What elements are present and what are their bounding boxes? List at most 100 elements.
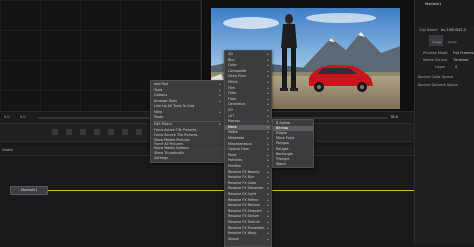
submenu-arrow-icon: ▸ xyxy=(267,141,269,146)
tools-menu-item[interactable]: Resolve FX Generate ▸ xyxy=(225,186,271,191)
mask-menu-item[interactable]: Polygon xyxy=(273,141,313,146)
menu-edit-macro[interactable]: Edit Macro ▸ xyxy=(151,122,223,127)
submenu-arrow-icon: ▸ xyxy=(267,63,269,68)
menu-settings[interactable]: Settings xyxy=(151,156,223,161)
submenu-arrow-icon: ▸ xyxy=(267,220,269,224)
clip-name-label: Clip Name xyxy=(419,28,438,32)
submenu-arrow-icon: ▸ xyxy=(267,231,269,236)
tools-menu-item[interactable]: Generator ▸ xyxy=(225,102,271,107)
tools-menu-item[interactable]: Shape ▸ xyxy=(225,237,271,242)
tools-menu-item[interactable]: Resolve FX Texture ▸ xyxy=(225,220,271,225)
submenu-arrow-icon: ▸ xyxy=(267,197,269,202)
tab-audio[interactable]: Audio xyxy=(445,35,459,46)
submenu-arrow-icon: ▸ xyxy=(267,214,269,219)
tool-icon-3[interactable] xyxy=(80,129,86,135)
tools-menu-item[interactable]: Resolve FX Transform ▸ xyxy=(225,226,271,231)
mask-menu-item[interactable]: Ranges xyxy=(273,147,313,152)
source-color-space[interactable]: Source Color Space xyxy=(418,75,453,80)
tool-icon-5[interactable] xyxy=(108,129,114,135)
media-source-label: Media Source xyxy=(423,58,448,62)
tools-menu-item[interactable]: Flow ▸ xyxy=(225,97,271,102)
process-mode-value[interactable]: Full Frames xyxy=(453,51,473,56)
tools-menu-item[interactable]: Metadata ▸ xyxy=(225,136,271,141)
tools-menu-item[interactable]: Particles ▸ xyxy=(225,158,271,163)
frame-current: 0.0 xyxy=(20,115,26,119)
tab-image[interactable]: Image xyxy=(429,35,443,46)
tools-menu-item[interactable]: Blur ▸ xyxy=(225,58,271,63)
tools-menu-item[interactable]: Color ▸ xyxy=(225,63,271,68)
timecode: 78.0 xyxy=(390,115,399,119)
mask-menu-item[interactable]: Triangle xyxy=(273,157,313,162)
tools-menu-item[interactable]: Macros ▸ xyxy=(225,119,271,124)
tools-menu-item[interactable]: 3D ▸ xyxy=(225,52,271,57)
tools-menu-item[interactable]: Deep Pixel ▸ xyxy=(225,74,271,79)
tools-menu-item[interactable]: Resolve FX Revival ▸ xyxy=(225,203,271,208)
submenu-arrow-icon: ▸ xyxy=(267,208,269,213)
tools-menu-item[interactable]: Position ▸ xyxy=(225,164,271,169)
tools-menu-item[interactable]: Matte ▸ xyxy=(225,130,271,135)
submenu-arrow-icon: ▸ xyxy=(267,164,269,168)
frame-start: 0.0 xyxy=(4,115,10,119)
submenu-arrow-icon: ▸ xyxy=(267,175,269,180)
submenu-arrow-icon: ▸ xyxy=(267,85,269,90)
mask-menu-item[interactable]: B-Spline xyxy=(273,121,313,126)
submenu-arrow-icon: ▸ xyxy=(267,68,269,73)
submenu-arrow-icon: ▸ xyxy=(267,74,269,79)
tools-menu-item[interactable]: Resolve FX Light ▸ xyxy=(225,192,271,197)
tool-icon-4[interactable] xyxy=(94,129,100,135)
submenu-arrow-icon: ▸ xyxy=(267,119,269,124)
submenu-arrow-icon: ▸ xyxy=(267,136,269,140)
tools-submenu: 3D ▸ Blur ▸ Color ▸ Composite ▸ Deep Pixel ▸ Effec… xyxy=(224,50,272,247)
tool-icon-6[interactable] xyxy=(122,129,128,135)
tools-menu-item[interactable]: LUT ▸ xyxy=(225,114,271,119)
clip-name-value: ec-1000542.3 xyxy=(441,28,466,32)
media-in-label: MediaIn1 xyxy=(21,188,38,192)
submenu-arrow-icon: ▸ xyxy=(267,102,269,107)
media-in-node[interactable]: MediaIn1 xyxy=(10,186,48,195)
media-source-value[interactable]: Timeline xyxy=(453,58,468,63)
tools-menu-item[interactable]: Resolve FX Refine ▸ xyxy=(225,198,271,203)
node-editor-title: Nodes xyxy=(2,148,14,152)
tools-menu-item[interactable]: Resolve FX Sharpen ▸ xyxy=(225,209,271,214)
mask-menu-item[interactable]: Rectangle xyxy=(273,152,313,157)
tools-menu-item[interactable]: Resolve FX Stylize ▸ xyxy=(225,214,271,219)
tools-menu-item[interactable]: I/O ▸ xyxy=(225,108,271,113)
tools-menu-item[interactable]: Optical Flow ▸ xyxy=(225,147,271,152)
tool-icon-7[interactable] xyxy=(136,129,142,135)
submenu-arrow-icon: ▸ xyxy=(267,158,269,163)
inspector-panel: MediaIn1 Clip Name ec-1000542.3 Image Au… xyxy=(414,0,474,245)
context-menu-bottom: Show Masks Options Show Thumbnails Setti… xyxy=(150,146,224,163)
source-gamma-space[interactable]: Source Gamma Space xyxy=(418,83,458,88)
submenu-arrow-icon: ▸ xyxy=(267,192,269,196)
submenu-arrow-icon: ▸ xyxy=(267,180,269,185)
mask-menu-item[interactable]: Bitmap xyxy=(273,126,313,131)
tools-menu-item[interactable]: Film ▸ xyxy=(225,86,271,91)
menu-line-up[interactable]: Line Up All Tools To Grid xyxy=(151,104,223,109)
mask-submenu: B-Spline Bitmap Ellipse Mask Paint Polygon Ra… xyxy=(272,119,314,168)
tools-menu-item[interactable]: Resolve FX Color ▸ xyxy=(225,181,271,186)
tools-menu-item[interactable]: Resolve FX Blur ▸ xyxy=(225,175,271,180)
submenu-arrow-icon: ▸ xyxy=(267,91,269,96)
layer-value[interactable]: 0 xyxy=(455,65,457,70)
layer-label: Layer xyxy=(435,65,446,69)
mask-menu-item[interactable]: Ellipse xyxy=(273,131,313,136)
tools-menu-item[interactable]: Resolve FX Beauty ▸ xyxy=(225,170,271,175)
tools-menu-item[interactable]: Filter ▸ xyxy=(225,91,271,96)
mask-menu-item[interactable]: Wand xyxy=(273,162,313,167)
mask-menu-item[interactable]: Mask Paint xyxy=(273,136,313,141)
inspector-node-name: MediaIn1 xyxy=(425,2,442,6)
submenu-arrow-icon: ▸ xyxy=(267,236,269,241)
tool-icon-1[interactable] xyxy=(52,129,58,135)
menu-options[interactable]: Options ▸ xyxy=(151,93,223,98)
menu-add-tool[interactable]: Add Tool ▸ xyxy=(151,82,223,87)
menu-paste[interactable]: Paste xyxy=(151,115,223,120)
tools-menu-item[interactable]: Mask ▸ xyxy=(225,124,271,130)
submenu-arrow-icon: ▸ xyxy=(267,203,269,208)
tools-menu-item[interactable]: Miscellaneous ▸ xyxy=(225,142,271,147)
tools-menu-item[interactable]: Effect ▸ xyxy=(225,80,271,85)
submenu-arrow-icon: ▸ xyxy=(267,96,269,101)
tools-menu-item[interactable]: Resolve FX Warp ▸ xyxy=(225,231,271,236)
tool-icon-2[interactable] xyxy=(66,129,72,135)
tools-menu-item[interactable]: Paint ▸ xyxy=(225,153,271,158)
tools-menu-item[interactable]: Composite ▸ xyxy=(225,69,271,74)
